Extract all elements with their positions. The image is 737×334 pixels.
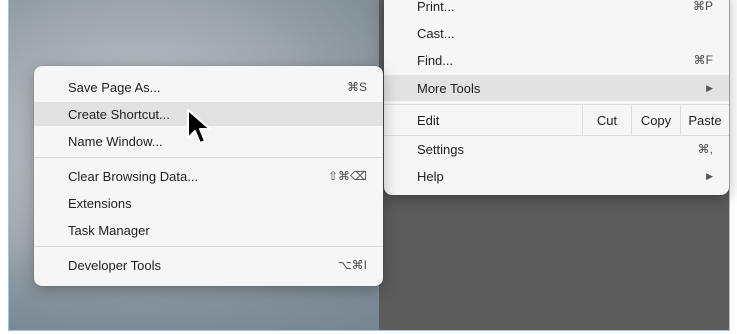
menu-item-label: Developer Tools [68,257,161,273]
browser-main-menu: Print... ⌘P Cast... Find... ⌘F More Tool… [384,0,729,195]
more-tools-submenu: Save Page As... ⌘S Create Shortcut... Na… [34,66,383,286]
mouse-cursor-icon [187,109,211,144]
menu-divider [34,246,383,247]
menu-item-cast[interactable]: Cast... [384,21,729,45]
paste-button[interactable]: Paste [680,105,729,135]
chevron-right-icon: ▶ [706,170,713,181]
menu-item-more-tools[interactable]: More Tools ▶ [384,75,729,101]
menu-divider [384,135,729,136]
menu-item-label: Settings [417,141,464,157]
menu-item-help[interactable]: Help ▶ [384,164,729,188]
cut-button[interactable]: Cut [582,105,631,135]
menu-item-label: Print... [417,0,455,14]
menu-item-label: Help [417,168,444,184]
menu-item-label: Clear Browsing Data... [68,168,199,184]
menu-item-label: More Tools [417,80,481,96]
menu-item-save-page-as[interactable]: Save Page As... ⌘S [34,75,383,99]
menu-item-label: Task Manager [68,222,150,238]
menu-item-shortcut: ⌘S [346,80,367,94]
menu-item-label: Save Page As... [68,79,161,95]
menu-item-shortcut: ⌘P [692,0,713,13]
menu-divider [34,157,383,158]
menu-item-label: Create Shortcut... [68,106,170,122]
menu-item-find[interactable]: Find... ⌘F [384,48,729,72]
menu-item-task-manager[interactable]: Task Manager [34,218,383,242]
menu-item-shortcut: ⇧⌘⌫ [327,169,367,183]
menu-item-label: Cast... [417,25,455,41]
menu-item-label: Name Window... [68,133,163,149]
menu-item-label: Find... [417,52,454,68]
menu-item-print[interactable]: Print... ⌘P [384,0,729,18]
menu-item-shortcut: ⌥⌘I [337,258,367,272]
menu-item-shortcut: ⌘F [693,53,713,67]
menu-item-label: Extensions [68,195,132,211]
menu-item-clear-browsing-data[interactable]: Clear Browsing Data... ⇧⌘⌫ [34,164,383,188]
menu-item-shortcut: ⌘, [697,142,713,156]
copy-button[interactable]: Copy [631,105,680,135]
chevron-right-icon: ▶ [706,82,713,93]
menu-item-settings[interactable]: Settings ⌘, [384,137,729,161]
menu-item-developer-tools[interactable]: Developer Tools ⌥⌘I [34,253,383,277]
edit-label: Edit [417,112,440,128]
menu-item-extensions[interactable]: Extensions [34,191,383,215]
edit-row: Edit Cut Copy Paste [384,105,729,135]
